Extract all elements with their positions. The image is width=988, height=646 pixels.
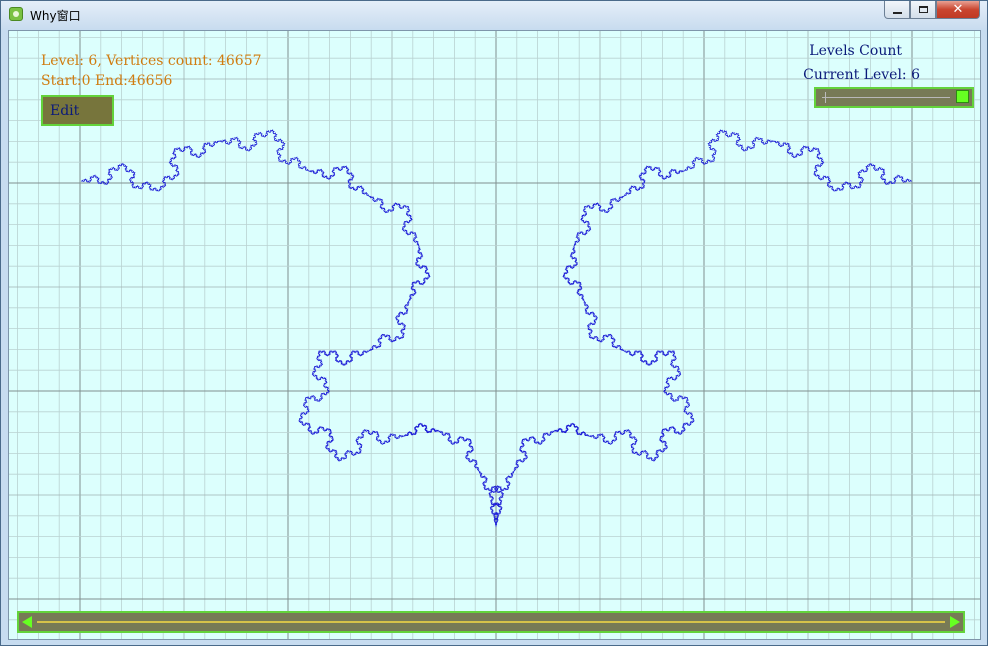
grid-lines: [9, 31, 980, 639]
horizontal-scrollbar[interactable]: [17, 611, 965, 633]
maximize-icon: [918, 6, 928, 13]
level-info-text: Level: 6, Vertices count: 46657: [41, 53, 262, 69]
level-slider-tick: [825, 92, 826, 103]
scroll-left-icon[interactable]: [22, 616, 32, 628]
level-slider[interactable]: [814, 87, 974, 108]
window-title: Why窗口: [30, 9, 81, 23]
scrollbar-track[interactable]: [37, 621, 945, 623]
title-bar[interactable]: Why窗口 ✕: [1, 1, 987, 29]
current-level-label: Current Level: 6: [803, 67, 920, 83]
app-icon[interactable]: [9, 7, 23, 21]
close-button[interactable]: ✕: [936, 1, 980, 19]
range-info-text: Start:0 End:46656: [41, 73, 173, 89]
edit-button[interactable]: Edit: [41, 95, 114, 126]
minimize-button[interactable]: [884, 1, 910, 19]
main-window: Why窗口 ✕ Level: 6, Vertices count: 46657 …: [0, 0, 988, 646]
caption-buttons: ✕: [884, 1, 980, 20]
close-icon: ✕: [952, 2, 964, 17]
maximize-button[interactable]: [910, 1, 936, 19]
render-canvas-area[interactable]: Level: 6, Vertices count: 46657 Start:0 …: [8, 30, 981, 640]
minimize-icon: [892, 11, 902, 14]
fractal-canvas[interactable]: [9, 31, 980, 639]
scroll-right-icon[interactable]: [950, 616, 960, 628]
level-slider-thumb[interactable]: [956, 90, 969, 103]
level-slider-track: [822, 97, 950, 98]
levels-count-label: Levels Count: [809, 43, 902, 59]
